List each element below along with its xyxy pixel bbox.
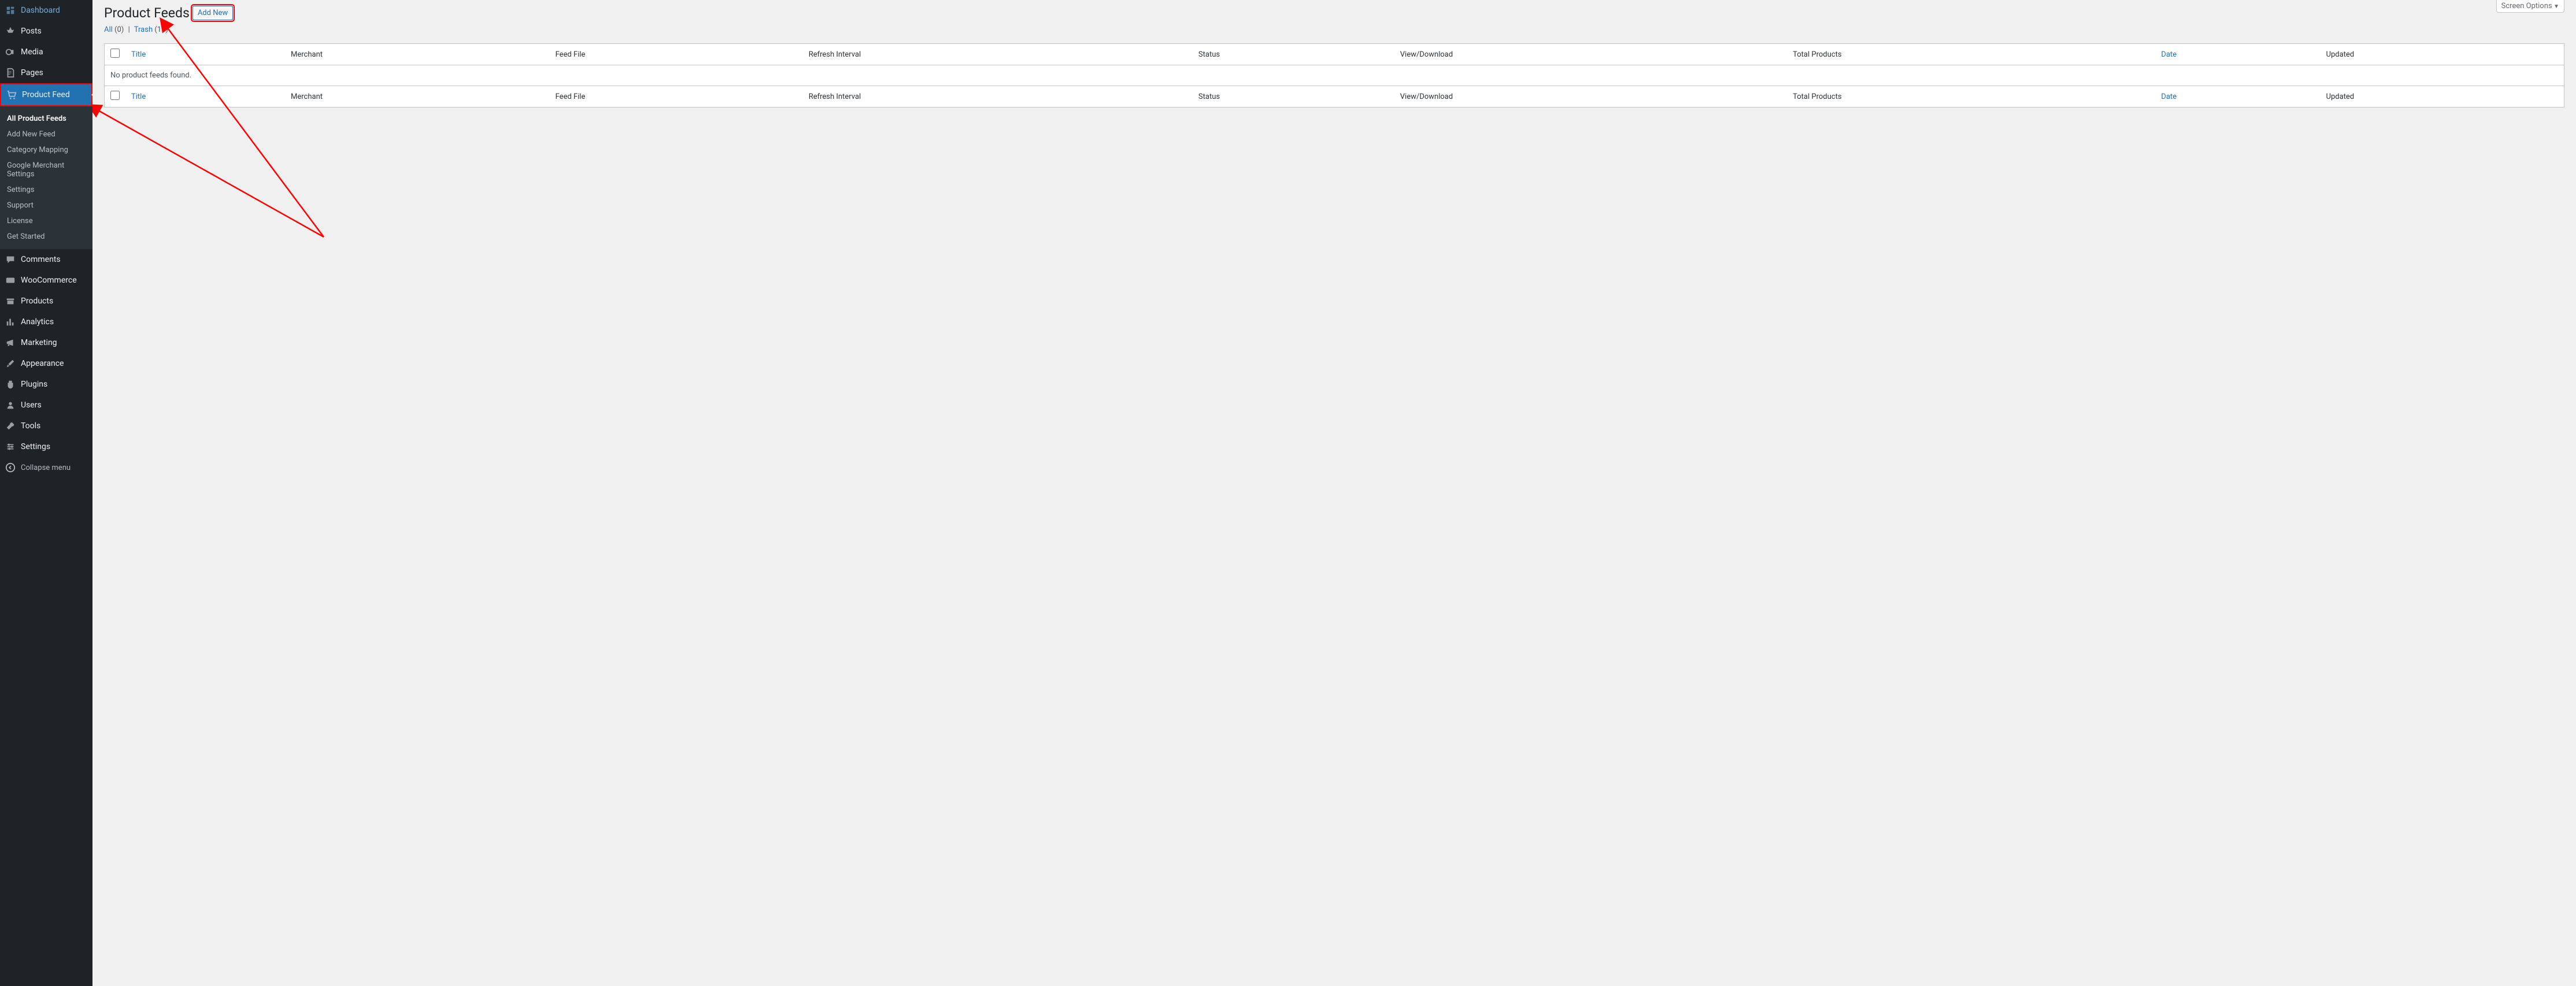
sidebar-item-tools[interactable]: Tools <box>0 416 92 436</box>
col-merchant: Merchant <box>285 44 550 65</box>
col-refresh: Refresh Interval <box>803 44 1193 65</box>
col-merchant-foot: Merchant <box>285 86 550 108</box>
sidebar-submenu: All Product Feeds Add New Feed Category … <box>0 106 92 249</box>
dashboard-icon <box>5 5 16 16</box>
analytics-icon <box>5 316 16 328</box>
submenu-license[interactable]: License <box>0 213 92 229</box>
filter-trash[interactable]: Trash <box>134 25 153 34</box>
col-refresh-foot: Refresh Interval <box>803 86 1193 108</box>
col-updated: Updated <box>2320 44 2564 65</box>
col-date[interactable]: Date <box>2155 44 2320 65</box>
menu-label: Appearance <box>21 359 64 368</box>
filter-all[interactable]: All <box>104 25 113 34</box>
submenu-google-merchant[interactable]: Google Merchant Settings <box>0 158 92 182</box>
sidebar-item-posts[interactable]: Posts <box>0 21 92 42</box>
archive-icon <box>5 295 16 307</box>
empty-message: No product feeds found. <box>105 65 2564 86</box>
submenu-add-new[interactable]: Add New Feed <box>0 127 92 142</box>
submenu-category-mapping[interactable]: Category Mapping <box>0 142 92 158</box>
col-total: Total Products <box>1787 44 2155 65</box>
plugin-icon <box>5 379 16 390</box>
sidebar-item-users[interactable]: Users <box>0 395 92 416</box>
sidebar-item-settings[interactable]: Settings <box>0 436 92 457</box>
pages-icon <box>5 67 16 79</box>
col-feed-file-foot: Feed File <box>550 86 803 108</box>
megaphone-icon <box>5 337 16 349</box>
feeds-table: Title Merchant Feed File Refresh Interva… <box>104 43 2564 108</box>
menu-label: Products <box>21 296 53 306</box>
submenu-get-started[interactable]: Get Started <box>0 229 92 244</box>
menu-label: Dashboard <box>21 6 60 15</box>
users-icon <box>5 399 16 411</box>
select-all-checkbox[interactable] <box>110 49 120 58</box>
select-all-checkbox-foot[interactable] <box>110 91 120 100</box>
filter-trash-count: (11) <box>154 25 168 34</box>
filter-links: All (0) | Trash (11) <box>104 25 2564 34</box>
menu-label: Users <box>21 401 42 410</box>
sidebar-item-comments[interactable]: Comments <box>0 249 92 270</box>
settings-icon <box>5 441 16 453</box>
brush-icon <box>5 358 16 369</box>
tools-icon <box>5 420 16 432</box>
menu-label: Marketing <box>21 338 57 347</box>
col-updated-foot: Updated <box>2320 86 2564 108</box>
comment-icon <box>5 254 16 265</box>
submenu-all-feeds[interactable]: All Product Feeds <box>0 111 92 127</box>
menu-label: Settings <box>21 442 50 451</box>
col-view-foot: View/Download <box>1394 86 1787 108</box>
sidebar-item-woocommerce[interactable]: WooCommerce <box>0 270 92 291</box>
col-title[interactable]: Title <box>125 44 285 65</box>
col-feed-file: Feed File <box>550 44 803 65</box>
sidebar-item-marketing[interactable]: Marketing <box>0 332 92 353</box>
admin-sidebar: Dashboard Posts Media Pages Product Feed… <box>0 0 92 986</box>
media-icon <box>5 46 16 58</box>
page-title: Product Feeds <box>104 5 190 21</box>
woo-icon <box>5 275 16 286</box>
col-title-foot[interactable]: Title <box>125 86 285 108</box>
screen-options-toggle[interactable]: Screen Options <box>2496 0 2564 13</box>
sidebar-item-products[interactable]: Products <box>0 291 92 312</box>
menu-label: Analytics <box>21 317 54 327</box>
collapse-icon <box>5 462 16 473</box>
menu-label: Posts <box>21 27 42 36</box>
main-content: Screen Options Product Feeds Add New All… <box>92 0 2576 986</box>
annotation-arrows <box>92 0 439 243</box>
col-date-foot[interactable]: Date <box>2155 86 2320 108</box>
menu-label: Pages <box>21 68 43 77</box>
col-status: Status <box>1193 44 1394 65</box>
menu-label: Tools <box>21 421 40 431</box>
sidebar-item-analytics[interactable]: Analytics <box>0 312 92 332</box>
submenu-settings[interactable]: Settings <box>0 182 92 198</box>
col-view: View/Download <box>1394 44 1787 65</box>
col-status-foot: Status <box>1193 86 1394 108</box>
sidebar-item-plugins[interactable]: Plugins <box>0 374 92 395</box>
menu-label: Media <box>21 47 43 57</box>
menu-label: Comments <box>21 255 61 264</box>
cart-icon <box>6 89 17 101</box>
sidebar-item-appearance[interactable]: Appearance <box>0 353 92 374</box>
menu-label: Plugins <box>21 380 47 389</box>
pin-icon <box>5 25 16 37</box>
menu-label: Product Feed <box>22 90 70 99</box>
collapse-label: Collapse menu <box>21 464 71 472</box>
collapse-menu[interactable]: Collapse menu <box>0 457 92 478</box>
sidebar-item-dashboard[interactable]: Dashboard <box>0 0 92 21</box>
sidebar-item-media[interactable]: Media <box>0 42 92 62</box>
col-total-foot: Total Products <box>1787 86 2155 108</box>
filter-all-count: (0) <box>114 25 124 34</box>
menu-label: WooCommerce <box>21 276 77 285</box>
submenu-support[interactable]: Support <box>0 198 92 213</box>
sidebar-item-product-feed[interactable]: Product Feed <box>0 83 92 106</box>
add-new-button[interactable]: Add New <box>193 6 233 20</box>
sidebar-item-pages[interactable]: Pages <box>0 62 92 83</box>
